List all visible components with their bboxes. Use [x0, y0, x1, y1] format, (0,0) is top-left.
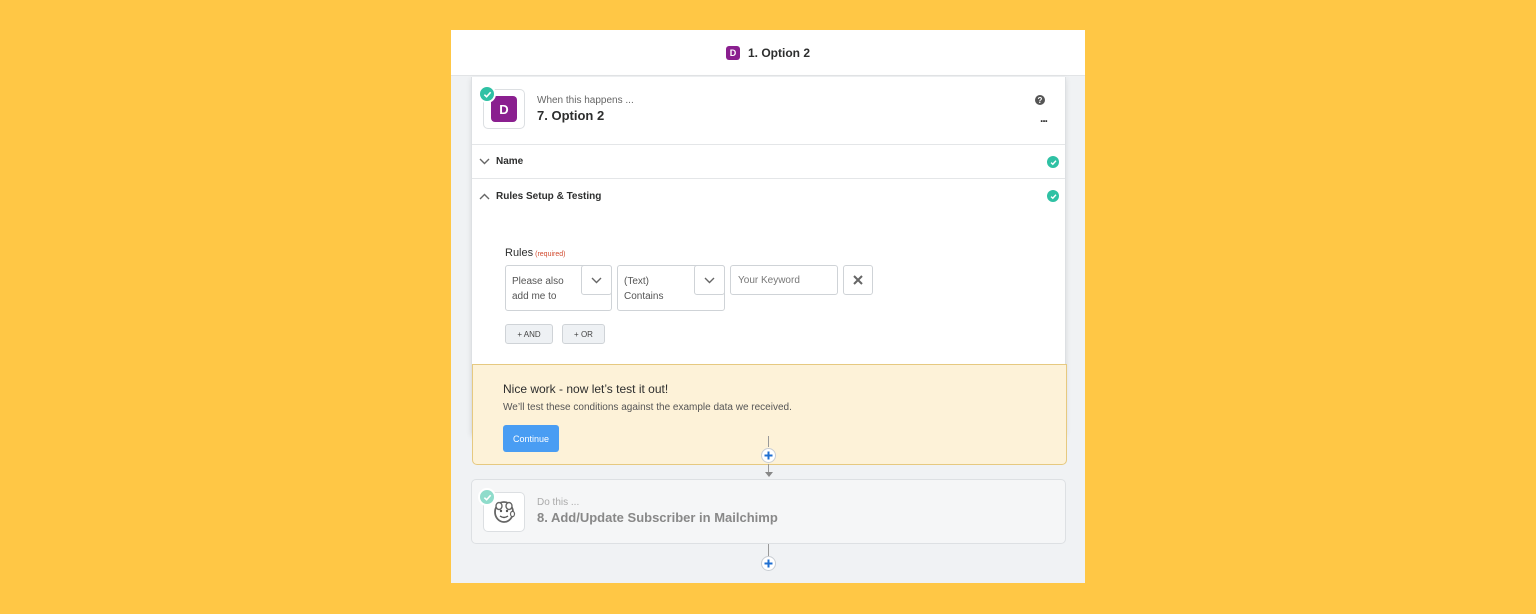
connector-line	[768, 544, 769, 556]
section-complete-check-icon	[1047, 156, 1059, 168]
add-step-button[interactable]	[761, 448, 776, 463]
add-or-rule-button[interactable]: + OR	[562, 324, 605, 344]
step-subtitle: Do this ...	[537, 497, 580, 508]
section-complete-check-icon	[1047, 190, 1059, 202]
notice-body: We’ll test these conditions against the …	[503, 402, 792, 413]
chevron-up-icon	[472, 193, 496, 200]
editor-topbar: D 1. Option 2	[451, 30, 1085, 76]
close-icon	[853, 275, 863, 285]
plus-icon	[764, 559, 773, 568]
zap-title[interactable]: 1. Option 2	[748, 46, 810, 60]
action-step-card[interactable]: Do this ... 8. Add/Update Subscriber in …	[471, 479, 1066, 544]
add-and-rule-button[interactable]: + AND	[505, 324, 553, 344]
rule-keyword-input[interactable]	[730, 265, 838, 295]
app-badge: D	[725, 45, 740, 60]
section-rules-setup[interactable]: Rules Setup & Testing	[472, 179, 1065, 213]
chevron-down-icon[interactable]	[694, 265, 725, 295]
rule-operator-value: (Text) Contains	[624, 276, 664, 302]
trigger-step-card: D When this happens ... 7. Option 2 ? ..…	[471, 77, 1067, 465]
connector-line	[768, 436, 769, 447]
zap-editor-window: D 1. Option 2 D When this happens ... 7.…	[451, 30, 1085, 583]
rule-operator-select[interactable]: (Text) Contains	[617, 265, 725, 311]
step-title[interactable]: 7. Option 2	[537, 108, 604, 123]
section-name-label: Name	[496, 156, 524, 167]
section-rules-label: Rules Setup & Testing	[496, 190, 602, 202]
chevron-down-icon[interactable]	[581, 265, 612, 295]
plus-icon	[764, 451, 773, 460]
step-title: 8. Add/Update Subscriber in Mailchimp	[537, 510, 778, 525]
app-logo: D	[491, 96, 517, 122]
rule-field-select[interactable]: Please also add me to	[505, 265, 612, 311]
continue-button[interactable]: Continue	[503, 425, 559, 452]
section-name[interactable]: Name	[472, 145, 1065, 179]
required-indicator: (required)	[535, 251, 566, 258]
connector-arrow-icon	[765, 472, 773, 477]
step-complete-check-icon	[478, 488, 496, 506]
rules-field-label: Rules (required)	[505, 247, 565, 259]
step-subtitle: When this happens ...	[537, 95, 634, 106]
chevron-down-icon	[472, 158, 496, 165]
remove-rule-button[interactable]	[843, 265, 873, 295]
add-step-button[interactable]	[761, 556, 776, 571]
help-icon[interactable]: ?	[1035, 95, 1045, 105]
rule-field-value: Please also add me to	[512, 276, 564, 302]
connector-line	[768, 464, 769, 472]
step-header[interactable]: D When this happens ... 7. Option 2 ? ..…	[472, 77, 1065, 145]
step-complete-check-icon	[478, 85, 496, 103]
more-options-icon[interactable]: ...	[1040, 111, 1048, 125]
notice-title: Nice work - now let’s test it out!	[503, 382, 669, 396]
rules-label-text: Rules	[505, 247, 534, 259]
